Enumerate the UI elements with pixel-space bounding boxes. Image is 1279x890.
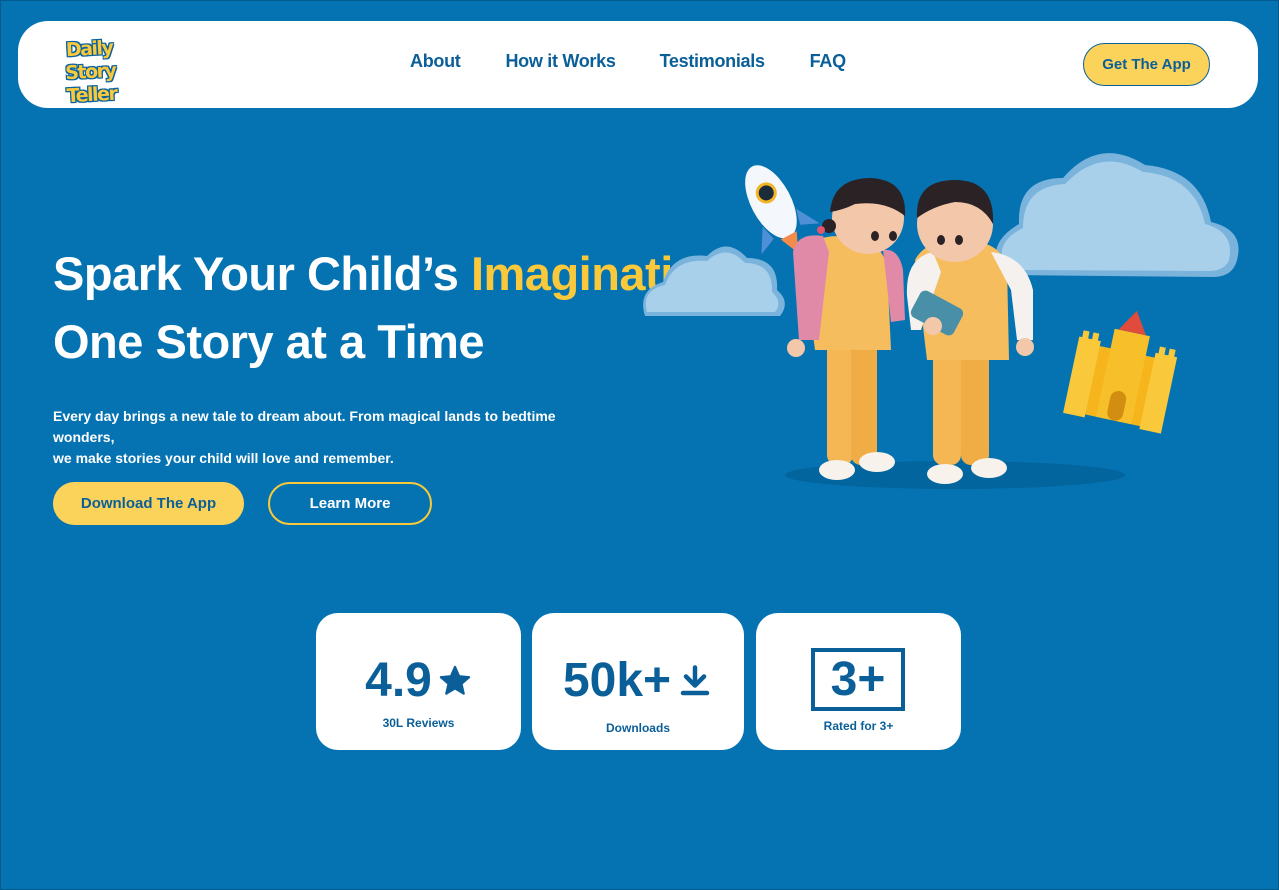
big-cloud-icon [995, 153, 1239, 277]
hero-title-part1: Spark Your Child’s [53, 247, 471, 300]
get-the-app-button[interactable]: Get The App [1083, 43, 1210, 86]
download-app-button[interactable]: Download The App [53, 482, 244, 525]
stat-age-label: Rated for 3+ [823, 719, 894, 733]
stat-card-downloads: 50k+ Downloads [532, 613, 744, 750]
stat-rating-value-row: 4.9 [316, 651, 521, 711]
download-icon [680, 665, 710, 696]
logo-line-2: Story Teller [64, 59, 117, 108]
nav-links: About How it Works Testimonials FAQ [410, 51, 846, 72]
nav-link-how-it-works[interactable]: How it Works [505, 51, 615, 72]
star-icon [439, 665, 471, 695]
nav-link-about[interactable]: About [410, 51, 461, 72]
nav-link-faq[interactable]: FAQ [810, 51, 846, 72]
navbar: Daily Story Teller About How it Works Te… [18, 21, 1258, 108]
stat-downloads-label: Downloads [605, 721, 670, 735]
hero-illustration [643, 153, 1239, 489]
logo[interactable]: Daily Story Teller [43, 36, 138, 107]
learn-more-button[interactable]: Learn More [268, 482, 432, 525]
castle-icon [1063, 310, 1178, 434]
stat-downloads-value-row: 50k+ [532, 651, 744, 711]
stat-downloads-value: 50k+ [562, 654, 672, 707]
hero-subtitle-line1: Every day brings a new tale to dream abo… [53, 408, 556, 445]
hero-subtitle-line2: we make stories your child will love and… [53, 450, 394, 466]
small-cloud-icon [643, 246, 785, 316]
age-rating-box: 3+ [811, 648, 905, 711]
hero-subtitle: Every day brings a new tale to dream abo… [53, 406, 593, 469]
stat-age-value: 3+ [830, 653, 886, 706]
stat-rating-value: 4.9 [365, 654, 432, 707]
stat-card-age-rating: 3+ Rated for 3+ [756, 613, 961, 750]
stat-card-rating: 4.9 30L Reviews [316, 613, 521, 750]
hero-title: Spark Your Child’s Imagination One Story… [53, 240, 730, 376]
boy-character-icon [906, 180, 1034, 484]
hero-title-line2: One Story at a Time [53, 315, 485, 368]
stat-rating-label: 30L Reviews [382, 716, 455, 730]
nav-link-testimonials[interactable]: Testimonials [660, 51, 765, 72]
